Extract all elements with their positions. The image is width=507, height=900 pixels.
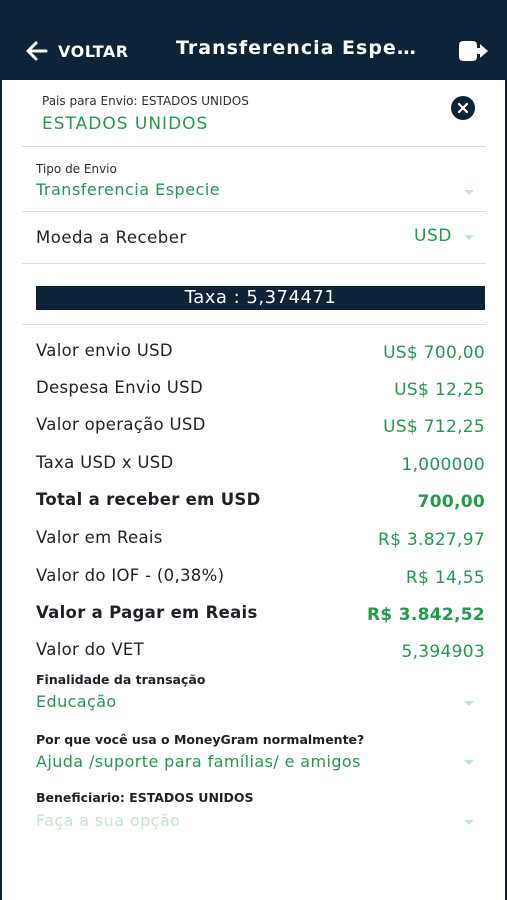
summary-row: Valor envio USD US$ 700,00 bbox=[36, 341, 485, 367]
chevron-down-icon[interactable] bbox=[464, 760, 474, 765]
summary-value: 1,000000 bbox=[401, 455, 485, 475]
divider bbox=[22, 263, 486, 264]
back-button[interactable]: VOLTAR bbox=[24, 36, 129, 66]
summary-label: Valor em Reais bbox=[36, 528, 163, 547]
divider bbox=[22, 146, 486, 147]
send-type-field[interactable]: Tipo de Envio Transferencia Especie bbox=[36, 162, 220, 199]
page-title: Transferencia Especie bbox=[176, 37, 424, 59]
logout-icon bbox=[459, 41, 488, 61]
send-type-value: Transferencia Especie bbox=[36, 180, 221, 199]
summary-label: Valor a Pagar em Reais bbox=[36, 603, 258, 622]
beneficiary-label: Beneficiario: ESTADOS UNIDOS bbox=[36, 790, 254, 805]
summary-label: Valor do VET bbox=[36, 640, 145, 659]
currency-label: Moeda a Receber bbox=[36, 228, 187, 247]
summary-value: US$ 700,00 bbox=[383, 343, 485, 363]
summary-row-total-usd: Total a receber em USD 700,00 bbox=[36, 490, 485, 516]
summary-row: Taxa USD x USD 1,000000 bbox=[36, 453, 485, 479]
chevron-down-icon[interactable] bbox=[464, 820, 474, 825]
summary-row: Valor do VET 5,394903 bbox=[36, 640, 485, 666]
summary-value: R$ 14,55 bbox=[405, 568, 485, 588]
app-header: VOLTAR Transferencia Especie bbox=[0, 0, 507, 80]
chevron-down-icon[interactable] bbox=[464, 190, 474, 195]
summary-label: Despesa Envio USD bbox=[36, 378, 203, 397]
summary-value: US$ 12,25 bbox=[394, 380, 485, 400]
summary-row: Valor operação USD US$ 712,25 bbox=[36, 415, 485, 441]
summary-row-total-brl: Valor a Pagar em Reais R$ 3.842,52 bbox=[36, 603, 485, 629]
purpose-label: Finalidade da transação bbox=[36, 672, 206, 687]
reason-label: Por que você usa o MoneyGram normalmente… bbox=[36, 732, 365, 747]
beneficiary-select[interactable]: Faça a sua opção bbox=[36, 811, 180, 830]
divider bbox=[22, 211, 486, 212]
summary-value: 5,394903 bbox=[401, 642, 485, 662]
purpose-select[interactable]: Educação bbox=[36, 692, 117, 711]
summary-row: Despesa Envio USD US$ 12,25 bbox=[36, 378, 485, 404]
close-icon bbox=[457, 102, 469, 114]
country-field[interactable]: Pais para Envio: ESTADOS UNIDOS ESTADOS … bbox=[42, 94, 249, 134]
country-label: Pais para Envio: ESTADOS UNIDOS bbox=[42, 94, 249, 108]
chevron-down-icon[interactable] bbox=[464, 701, 474, 706]
chevron-down-icon[interactable] bbox=[464, 235, 474, 240]
exchange-rate-banner: Taxa : 5,374471 bbox=[36, 286, 485, 310]
divider bbox=[22, 324, 486, 325]
reason-select[interactable]: Ajuda /suporte para famílias/ e amigos bbox=[36, 752, 361, 771]
summary-row: Valor do IOF - (0,38%) R$ 14,55 bbox=[36, 566, 485, 592]
summary-label: Valor do IOF - (0,38%) bbox=[36, 566, 225, 585]
window-border-left bbox=[0, 0, 2, 900]
summary-label: Valor envio USD bbox=[36, 341, 173, 360]
summary-value: 700,00 bbox=[417, 492, 485, 512]
summary-value: R$ 3.827,97 bbox=[377, 530, 485, 550]
clear-country-button[interactable] bbox=[451, 96, 475, 120]
summary-label: Taxa USD x USD bbox=[36, 453, 174, 472]
send-type-label: Tipo de Envio bbox=[36, 162, 117, 176]
summary-value: R$ 3.842,52 bbox=[366, 605, 485, 625]
back-label: VOLTAR bbox=[58, 41, 129, 61]
summary-row: Valor em Reais R$ 3.827,97 bbox=[36, 528, 485, 554]
summary-label: Total a receber em USD bbox=[36, 490, 261, 509]
summary-label: Valor operação USD bbox=[36, 415, 206, 434]
currency-select[interactable]: USD bbox=[414, 226, 452, 246]
summary-value: US$ 712,25 bbox=[383, 417, 485, 437]
country-value: ESTADOS UNIDOS bbox=[42, 114, 209, 134]
arrow-left-icon bbox=[26, 41, 48, 61]
logout-button[interactable] bbox=[458, 38, 490, 64]
